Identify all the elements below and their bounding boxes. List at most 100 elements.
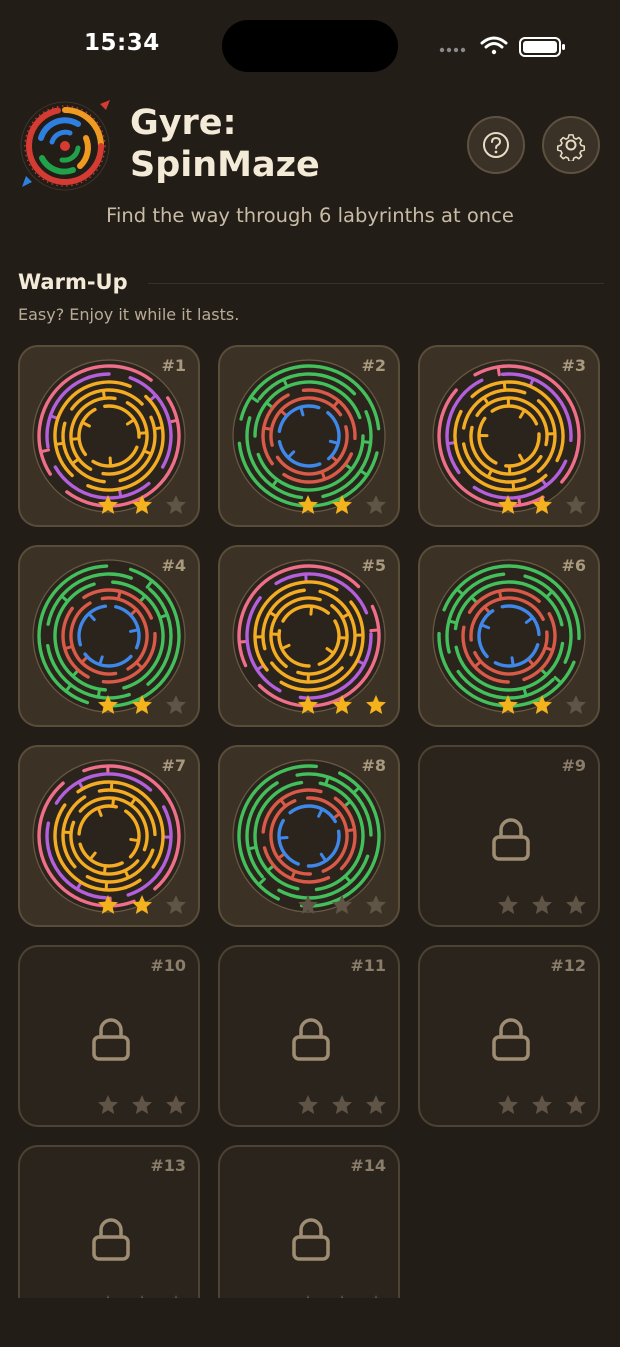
level-number: #12 xyxy=(550,956,586,975)
star-icon xyxy=(132,1095,152,1114)
level-stars xyxy=(294,493,394,517)
star-icon xyxy=(332,695,352,714)
level-card[interactable]: #6 xyxy=(418,545,600,727)
star-icon xyxy=(566,895,586,914)
level-stars xyxy=(94,893,194,917)
level-stars xyxy=(494,493,594,517)
lock-icon xyxy=(92,1218,130,1261)
level-number: #6 xyxy=(561,556,586,575)
wifi-icon xyxy=(480,36,508,55)
level-stars xyxy=(494,893,594,917)
star-icon xyxy=(532,695,552,714)
level-card[interactable]: #1 xyxy=(18,345,200,527)
star-icon xyxy=(298,695,318,714)
section-header: Warm-Up xyxy=(18,268,604,298)
app-title-line1: Gyre: xyxy=(130,103,237,143)
star-icon xyxy=(532,1095,552,1114)
level-grid: #1 #2 #3 #4 #5 #6 #7 #8 #9 #10 #11 #12 #13 #14 xyxy=(18,345,602,1300)
level-stars xyxy=(94,1093,194,1117)
star-icon xyxy=(332,1095,352,1114)
status-bar: 15:34 xyxy=(0,0,620,92)
star-icon xyxy=(566,695,586,714)
star-icon xyxy=(498,495,518,514)
level-number: #10 xyxy=(150,956,186,975)
star-icon xyxy=(498,895,518,914)
level-number: #9 xyxy=(561,756,586,775)
level-number: #14 xyxy=(350,1156,386,1175)
level-stars xyxy=(294,1093,394,1117)
maze-preview xyxy=(32,559,186,713)
star-icon xyxy=(366,895,386,914)
maze-preview xyxy=(432,559,586,713)
lock-icon xyxy=(292,1018,330,1061)
app-title-line2: SpinMaze xyxy=(130,145,320,185)
app-subtitle: Find the way through 6 labyrinths at onc… xyxy=(106,204,514,227)
battery-icon xyxy=(519,37,565,57)
level-stars xyxy=(494,1093,594,1117)
bottom-edge xyxy=(0,1298,620,1347)
level-number: #7 xyxy=(161,756,186,775)
level-stars xyxy=(94,493,194,517)
level-number: #5 xyxy=(361,556,386,575)
level-stars xyxy=(494,693,594,717)
maze-preview xyxy=(32,759,186,913)
star-icon xyxy=(98,695,118,714)
maze-preview xyxy=(232,359,386,513)
level-number: #2 xyxy=(361,356,386,375)
level-number: #3 xyxy=(561,356,586,375)
star-icon xyxy=(498,1095,518,1114)
level-card[interactable]: #2 xyxy=(218,345,400,527)
level-card-locked: #12 xyxy=(418,945,600,1127)
star-icon xyxy=(532,495,552,514)
status-icons xyxy=(439,36,565,57)
star-icon xyxy=(166,695,186,714)
level-stars xyxy=(94,693,194,717)
level-stars xyxy=(294,893,394,917)
app-logo xyxy=(20,100,110,191)
lock-icon xyxy=(492,1018,530,1061)
star-icon xyxy=(332,495,352,514)
level-card-locked: #11 xyxy=(218,945,400,1127)
maze-preview xyxy=(232,559,386,713)
level-number: #13 xyxy=(150,1156,186,1175)
star-icon xyxy=(566,1095,586,1114)
star-icon xyxy=(532,895,552,914)
lock-icon xyxy=(292,1218,330,1261)
star-icon xyxy=(498,695,518,714)
gear-icon xyxy=(556,134,586,161)
app-title: Gyre: SpinMaze xyxy=(130,102,450,186)
star-icon xyxy=(332,895,352,914)
star-icon xyxy=(132,895,152,914)
maze-preview xyxy=(32,359,186,513)
level-card[interactable]: #3 xyxy=(418,345,600,527)
star-icon xyxy=(166,495,186,514)
star-icon xyxy=(298,1095,318,1114)
star-icon xyxy=(566,495,586,514)
help-button[interactable] xyxy=(467,116,525,174)
level-number: #1 xyxy=(161,356,186,375)
settings-button[interactable] xyxy=(542,116,600,174)
level-card-locked: #10 xyxy=(18,945,200,1127)
star-icon xyxy=(166,1095,186,1114)
star-icon xyxy=(98,895,118,914)
star-icon xyxy=(366,695,386,714)
level-card[interactable]: #4 xyxy=(18,545,200,727)
star-icon xyxy=(98,495,118,514)
star-icon xyxy=(366,1095,386,1114)
lock-icon xyxy=(492,818,530,861)
cellular-signal-icon xyxy=(439,47,466,53)
level-card[interactable]: #8 xyxy=(218,745,400,927)
maze-preview xyxy=(432,359,586,513)
star-icon xyxy=(298,895,318,914)
star-icon xyxy=(366,495,386,514)
maze-preview xyxy=(232,759,386,913)
star-icon xyxy=(132,495,152,514)
level-card[interactable]: #5 xyxy=(218,545,400,727)
level-number: #4 xyxy=(161,556,186,575)
level-stars xyxy=(294,693,394,717)
level-number: #8 xyxy=(361,756,386,775)
level-card[interactable]: #7 xyxy=(18,745,200,927)
star-icon xyxy=(166,895,186,914)
star-icon xyxy=(98,1095,118,1114)
star-icon xyxy=(132,695,152,714)
